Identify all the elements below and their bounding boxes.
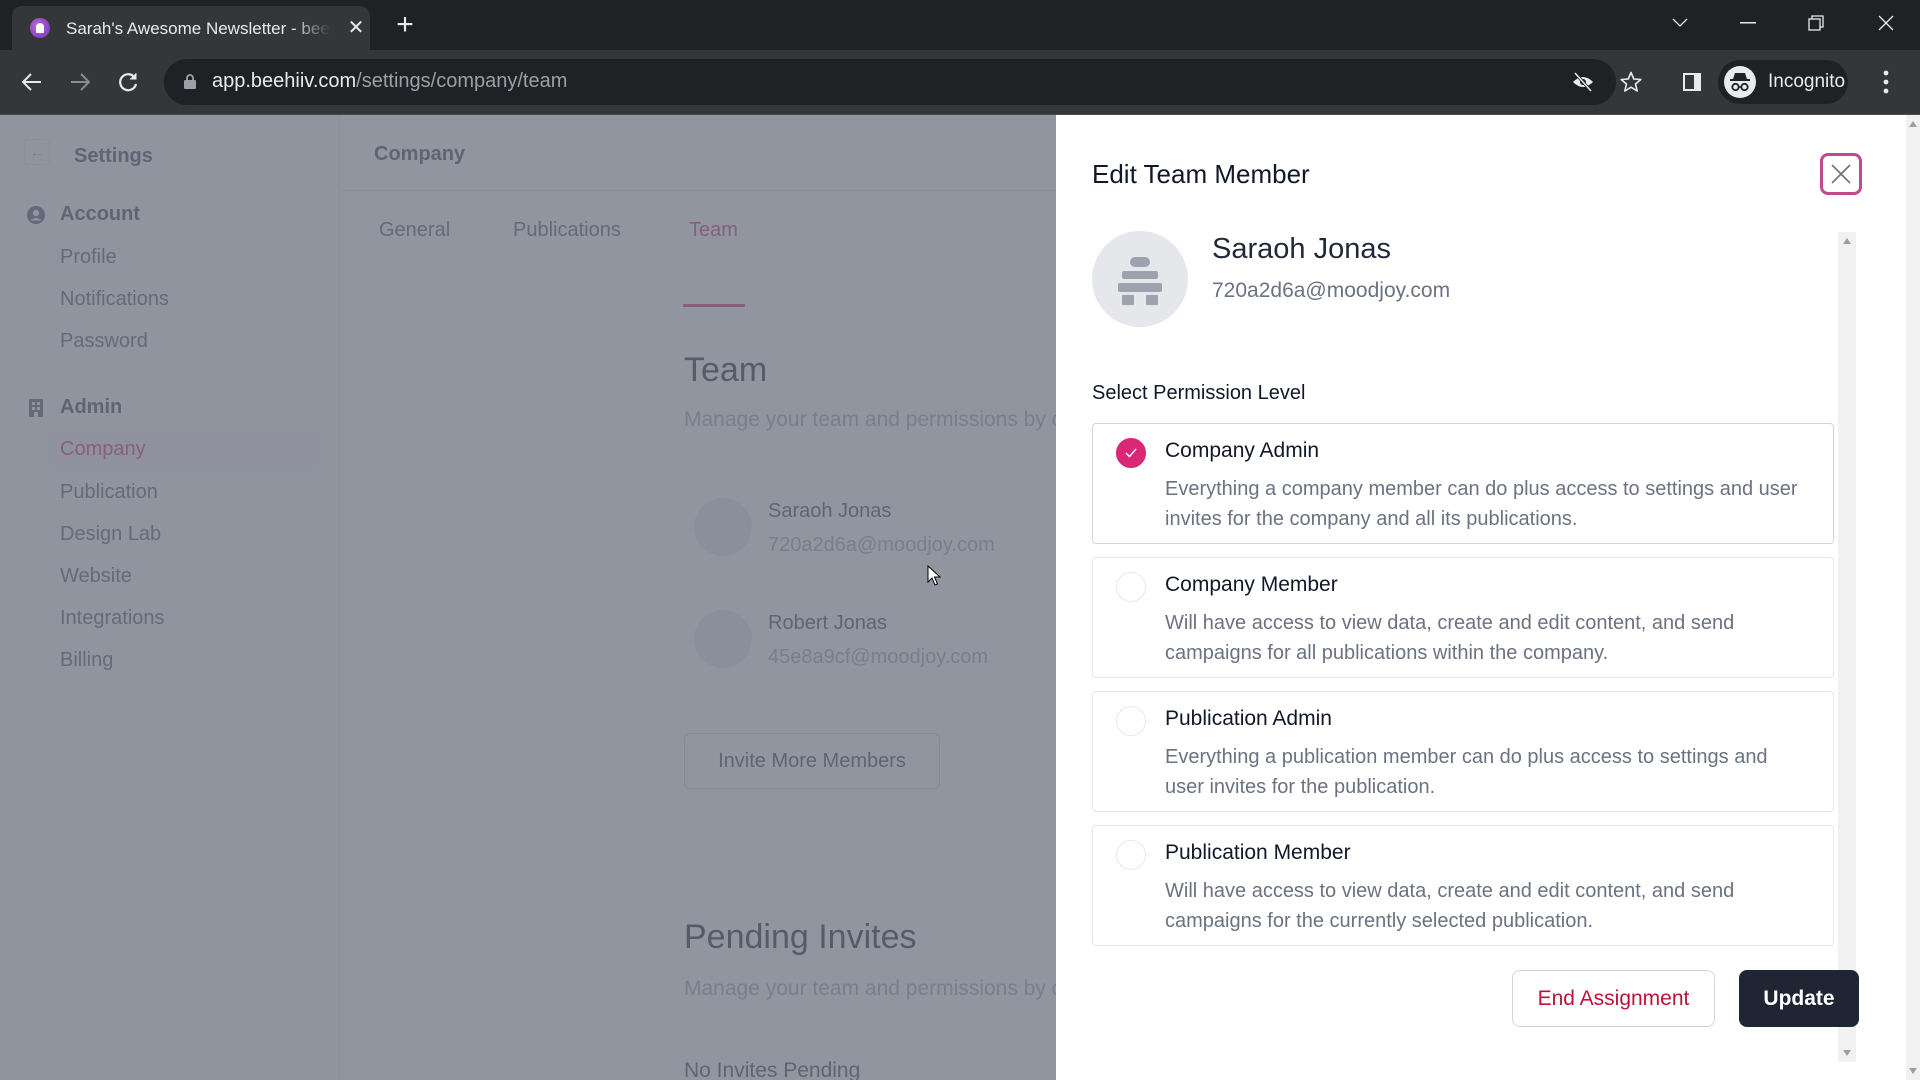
- mouse-cursor-icon: [927, 565, 941, 586]
- restore-icon[interactable]: [1786, 0, 1846, 46]
- permission-option-company-member[interactable]: Company Member Will have access to view …: [1092, 557, 1834, 678]
- star-icon[interactable]: [1618, 69, 1644, 95]
- browser-tab[interactable]: Sarah's Awesome Newsletter - beehiiv ✕: [12, 6, 370, 50]
- radio-unchecked[interactable]: [1116, 706, 1146, 736]
- scroll-down-arrow-icon[interactable]: [1909, 1068, 1917, 1074]
- edit-team-member-drawer: Edit Team Member Saraoh Jonas 720a2d6a@m…: [1056, 115, 1906, 1080]
- tab-close-icon[interactable]: ✕: [344, 16, 368, 40]
- page-scrollbar[interactable]: [1906, 115, 1920, 1080]
- reload-icon[interactable]: [110, 64, 146, 100]
- address-bar[interactable]: app.beehiiv.com/settings/company/team: [164, 59, 1642, 105]
- forward-arrow-icon[interactable]: [62, 64, 98, 100]
- side-panel-icon[interactable]: [1674, 64, 1710, 100]
- browser-tab-bar: Sarah's Awesome Newsletter - beehiiv ✕ +: [0, 0, 1920, 50]
- option-description: Will have access to view data, create an…: [1165, 880, 1735, 932]
- option-title: Company Admin: [1165, 439, 1320, 462]
- permission-option-publication-member[interactable]: Publication Member Will have access to v…: [1092, 825, 1834, 946]
- url-domain: app.beehiiv.com: [212, 70, 357, 92]
- avatar: [1092, 231, 1188, 327]
- incognito-icon: [1724, 66, 1756, 98]
- scroll-down-arrow-icon[interactable]: [1843, 1050, 1851, 1056]
- option-title: Company Member: [1165, 573, 1338, 596]
- beehive-avatar-icon: [1118, 257, 1162, 305]
- update-button[interactable]: Update: [1739, 970, 1859, 1027]
- scroll-up-arrow-icon[interactable]: [1909, 121, 1917, 127]
- drawer-title: Edit Team Member: [1092, 159, 1310, 189]
- close-icon: [1831, 164, 1851, 184]
- radio-unchecked[interactable]: [1116, 572, 1146, 602]
- option-description: Will have access to view data, create an…: [1165, 612, 1735, 664]
- url-text[interactable]: app.beehiiv.com/settings/company/team: [212, 70, 567, 93]
- permission-level-label: Select Permission Level: [1092, 382, 1306, 404]
- check-icon: [1125, 448, 1137, 458]
- scroll-up-arrow-icon[interactable]: [1843, 238, 1851, 244]
- end-assignment-button[interactable]: End Assignment: [1512, 970, 1715, 1027]
- browser-toolbar: app.beehiiv.com/settings/company/team In…: [0, 50, 1920, 115]
- radio-checked[interactable]: [1116, 438, 1146, 468]
- minimize-icon[interactable]: [1718, 0, 1778, 46]
- option-description: Everything a publication member can do p…: [1165, 746, 1768, 798]
- back-arrow-icon[interactable]: [14, 64, 50, 100]
- option-title: Publication Admin: [1165, 707, 1332, 730]
- options-scrollbar[interactable]: [1838, 232, 1856, 1062]
- new-tab-plus-icon[interactable]: +: [390, 8, 420, 42]
- member-name: Saraoh Jonas: [1212, 233, 1391, 265]
- option-description: Everything a company member can do plus …: [1165, 478, 1798, 530]
- lock-icon: [184, 74, 196, 89]
- tab-title: Sarah's Awesome Newsletter - beehiiv: [66, 19, 331, 38]
- window-close-icon[interactable]: [1856, 0, 1916, 46]
- incognito-profile-button[interactable]: Incognito: [1718, 60, 1848, 104]
- radio-unchecked[interactable]: [1116, 840, 1146, 870]
- kebab-menu-icon[interactable]: [1876, 66, 1896, 98]
- eye-slash-icon[interactable]: [1570, 69, 1596, 95]
- permission-option-publication-admin[interactable]: Publication Admin Everything a publicati…: [1092, 691, 1834, 812]
- option-title: Publication Member: [1165, 841, 1351, 864]
- url-path: /settings/company/team: [356, 70, 568, 92]
- tab-search-chevron-down-icon[interactable]: [1650, 0, 1710, 46]
- incognito-label: Incognito: [1768, 71, 1846, 92]
- close-drawer-button[interactable]: [1820, 153, 1862, 195]
- beehiiv-favicon-icon: [30, 18, 50, 38]
- permission-option-company-admin[interactable]: Company Admin Everything a company membe…: [1092, 423, 1834, 544]
- member-email: 720a2d6a@moodjoy.com: [1212, 279, 1451, 302]
